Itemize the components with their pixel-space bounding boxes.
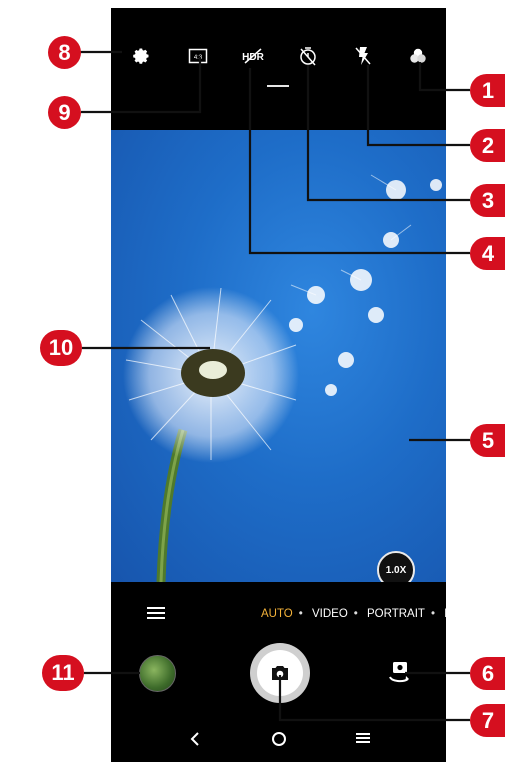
callout-7: 7 bbox=[470, 704, 505, 737]
callout-4: 4 bbox=[470, 237, 505, 270]
callout-8: 8 bbox=[48, 36, 81, 69]
callout-2: 2 bbox=[470, 129, 505, 162]
callout-9: 9 bbox=[48, 96, 81, 129]
callout-10: 10 bbox=[40, 330, 82, 366]
callout-3: 3 bbox=[470, 184, 505, 217]
callout-6: 6 bbox=[470, 657, 505, 690]
callout-5: 5 bbox=[470, 424, 505, 457]
callout-1: 1 bbox=[470, 74, 505, 107]
callout-11: 11 bbox=[42, 655, 84, 691]
